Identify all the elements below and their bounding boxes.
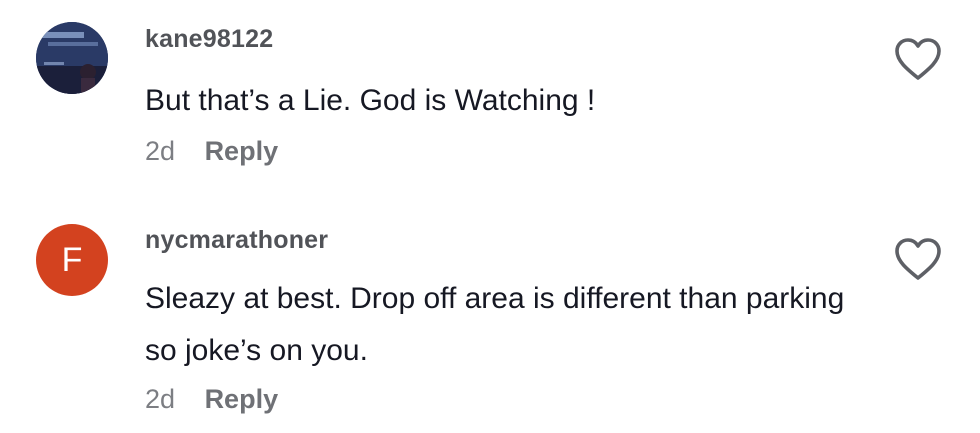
avatar-photo-icon: [36, 22, 108, 94]
comment-meta: 2d Reply: [145, 384, 278, 415]
user-avatar[interactable]: F: [36, 224, 108, 296]
heart-outline-icon: [895, 238, 941, 280]
like-button[interactable]: [893, 236, 943, 282]
reply-button[interactable]: Reply: [205, 136, 279, 166]
comment-username[interactable]: nycmarathoner: [145, 226, 328, 255]
heart-outline-icon: [895, 38, 941, 80]
like-button[interactable]: [893, 36, 943, 82]
avatar-letter: F: [61, 241, 83, 279]
comment-username[interactable]: kane98122: [145, 25, 273, 54]
comment-item: F nycmarathoner Sleazy at best. Drop off…: [0, 200, 980, 433]
comment-text: But that’s a Lie. God is Watching !: [145, 84, 596, 117]
comment-text: Sleazy at best. Drop off area is differe…: [145, 282, 845, 367]
comment-time: 2d: [145, 384, 176, 414]
comment-item: kane98122 But that’s a Lie. God is Watch…: [0, 0, 980, 200]
comment-time: 2d: [145, 136, 176, 166]
comment-meta: 2d Reply: [145, 136, 278, 167]
reply-button[interactable]: Reply: [205, 384, 279, 414]
user-avatar[interactable]: [36, 22, 108, 94]
